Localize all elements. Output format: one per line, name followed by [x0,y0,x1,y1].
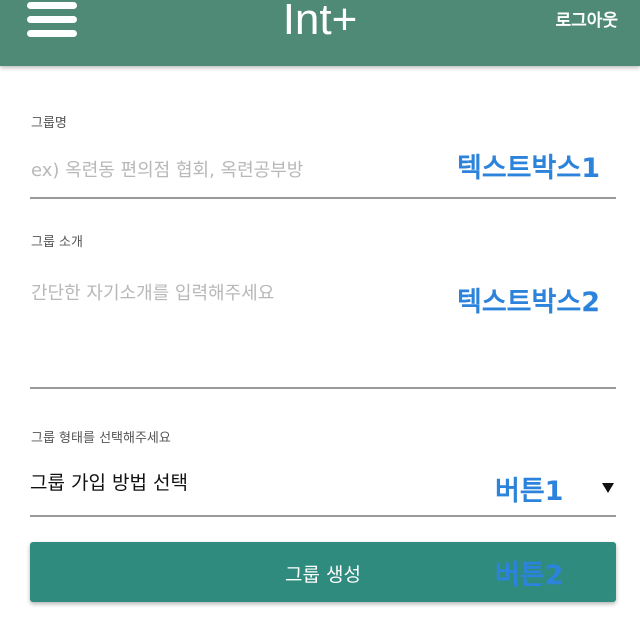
button2-annotation: 버튼2 [495,560,564,591]
group-type-label: 그룹 형태를 선택해주세요 [31,431,171,446]
group-intro-label: 그룹 소개 [31,235,83,250]
app-title: Int+ [282,0,358,44]
button1-annotation: 버튼1 [495,476,564,507]
textbox1-annotation: 텍스트박스1 [457,153,600,184]
app-bar: Int+ 로그아웃 [0,0,640,66]
logout-button[interactable]: 로그아웃 [555,6,618,31]
group-name-label: 그룹명 [31,116,67,131]
join-method-selected-value: 그룹 가입 방법 선택 [30,472,188,494]
caret-down-icon[interactable] [602,483,614,493]
textbox2-annotation: 텍스트박스2 [457,287,600,318]
